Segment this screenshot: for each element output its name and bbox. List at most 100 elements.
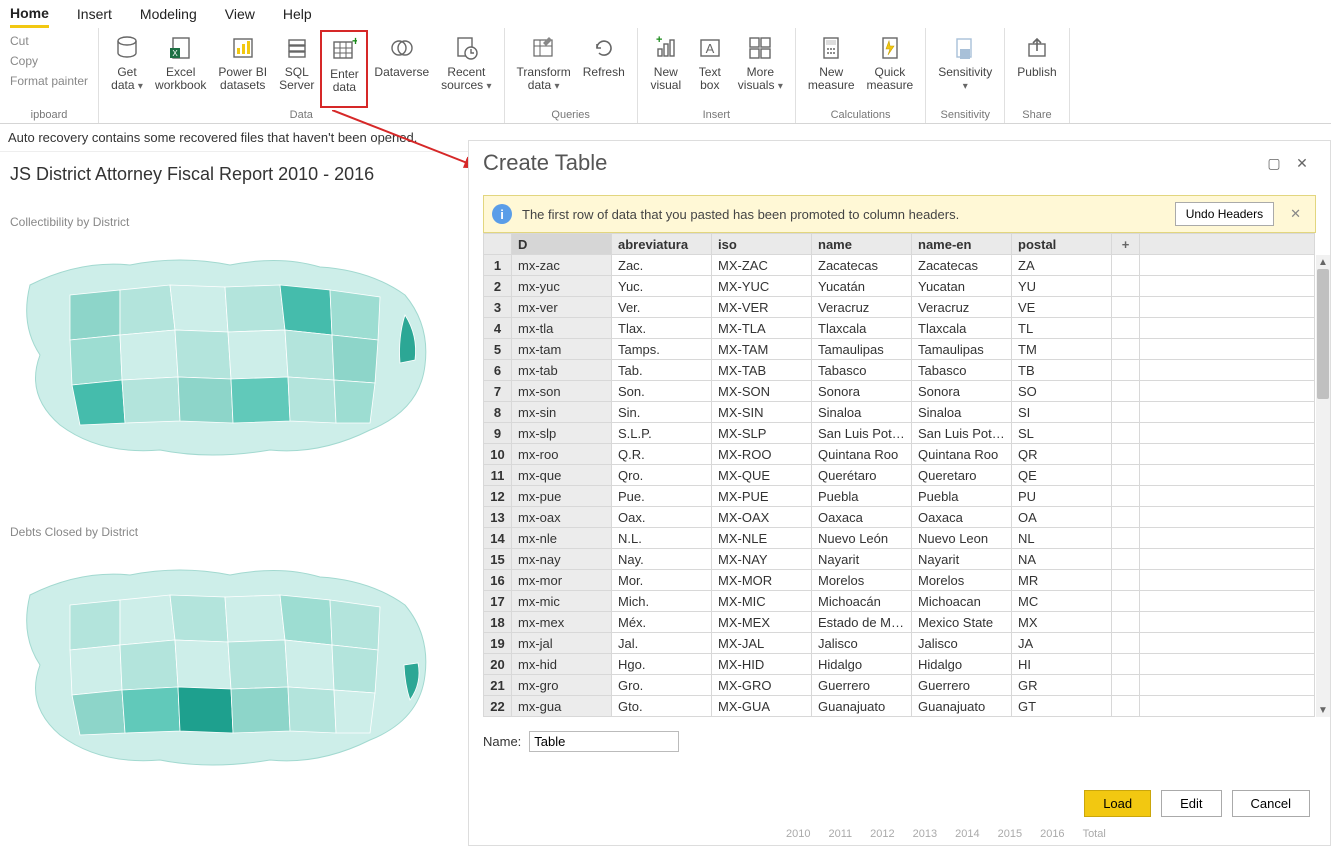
cell[interactable]: QR [1012,444,1112,465]
cell[interactable]: mx-slp [512,423,612,444]
edit-button[interactable]: Edit [1161,790,1221,817]
cell[interactable]: MX-ZAC [712,255,812,276]
cell[interactable]: Hgo. [612,654,712,675]
copy-button[interactable]: Copy [6,52,92,70]
cell[interactable]: mx-zac [512,255,612,276]
row-number[interactable]: 16 [484,570,512,591]
cell[interactable]: Jal. [612,633,712,654]
row-number[interactable]: 17 [484,591,512,612]
cell[interactable]: YU [1012,276,1112,297]
cell[interactable]: Yucatán [812,276,912,297]
format-painter-button[interactable]: Format painter [6,72,92,90]
cell[interactable]: MC [1012,591,1112,612]
cell[interactable]: Zac. [612,255,712,276]
cell[interactable]: MX-SIN [712,402,812,423]
cell[interactable]: SO [1012,381,1112,402]
cell[interactable]: MX-SON [712,381,812,402]
cell[interactable]: Sonora [812,381,912,402]
cell[interactable]: Michoacán [812,591,912,612]
cell[interactable]: MX-GRO [712,675,812,696]
cell[interactable]: mx-roo [512,444,612,465]
cell[interactable]: TB [1012,360,1112,381]
tab-modeling[interactable]: Modeling [140,2,197,26]
table-row[interactable]: 7mx-sonSon.MX-SONSonoraSonoraSO [484,381,1315,402]
table-row[interactable]: 4mx-tlaTlax.MX-TLATlaxcalaTlaxcalaTL [484,318,1315,339]
cell[interactable]: VE [1012,297,1112,318]
cell[interactable]: mx-tab [512,360,612,381]
cell[interactable]: N.L. [612,528,712,549]
cell[interactable]: mx-mor [512,570,612,591]
cell[interactable]: Estado de Méxi… [812,612,912,633]
row-number[interactable]: 2 [484,276,512,297]
cell[interactable]: Yuc. [612,276,712,297]
cell[interactable]: mx-gua [512,696,612,717]
cell[interactable]: mx-nle [512,528,612,549]
cell[interactable]: Sinaloa [812,402,912,423]
cell[interactable]: Quintana Roo [812,444,912,465]
sql-server-button[interactable]: SQL Server [273,30,320,108]
publish-button[interactable]: Publish [1011,30,1062,108]
cell[interactable]: Ver. [612,297,712,318]
powerbi-datasets-button[interactable]: Power BI datasets [212,30,273,108]
cell[interactable]: QE [1012,465,1112,486]
scroll-down-button[interactable]: ▼ [1316,703,1330,717]
cell[interactable]: mx-que [512,465,612,486]
cell[interactable]: Méx. [612,612,712,633]
cell[interactable]: Oaxaca [812,507,912,528]
table-row[interactable]: 8mx-sinSin.MX-SINSinaloaSinaloaSI [484,402,1315,423]
cell[interactable]: San Luis Potosi [912,423,1012,444]
scroll-up-button[interactable]: ▲ [1316,255,1330,269]
cell[interactable]: Tamaulipas [812,339,912,360]
col-header[interactable]: name [812,234,912,255]
cell[interactable]: MR [1012,570,1112,591]
corner-cell[interactable] [484,234,512,255]
cell[interactable]: MX-PUE [712,486,812,507]
load-button[interactable]: Load [1084,790,1151,817]
table-row[interactable]: 15mx-nayNay.MX-NAYNayaritNayaritNA [484,549,1315,570]
data-grid[interactable]: D abreviatura iso name name-en postal + … [483,233,1316,717]
cell[interactable]: MX-MOR [712,570,812,591]
row-number[interactable]: 4 [484,318,512,339]
cell[interactable]: TM [1012,339,1112,360]
cancel-button[interactable]: Cancel [1232,790,1310,817]
cell[interactable]: Puebla [912,486,1012,507]
cell[interactable]: Oax. [612,507,712,528]
cell[interactable]: NA [1012,549,1112,570]
cell[interactable]: Gto. [612,696,712,717]
cell[interactable]: Sin. [612,402,712,423]
new-visual-button[interactable]: + New visual [644,30,688,108]
table-row[interactable]: 22mx-guaGto.MX-GUAGuanajuatoGuanajuatoGT [484,696,1315,717]
cell[interactable]: MX-MIC [712,591,812,612]
cell[interactable]: MX-NLE [712,528,812,549]
cell[interactable]: Sonora [912,381,1012,402]
vertical-scrollbar[interactable]: ▲ ▼ [1316,255,1330,717]
cell[interactable]: SL [1012,423,1112,444]
cell[interactable]: Querétaro [812,465,912,486]
recent-sources-button[interactable]: Recent sources ▾ [435,30,497,108]
cell[interactable]: mx-nay [512,549,612,570]
tab-view[interactable]: View [225,2,255,26]
cell[interactable]: mx-tam [512,339,612,360]
cell[interactable]: Jalisco [912,633,1012,654]
dataverse-button[interactable]: Dataverse [368,30,435,108]
cell[interactable]: MX-GUA [712,696,812,717]
row-number[interactable]: 1 [484,255,512,276]
cell[interactable]: Guerrero [812,675,912,696]
cell[interactable]: Son. [612,381,712,402]
tab-help[interactable]: Help [283,2,312,26]
refresh-button[interactable]: Refresh [577,30,631,108]
cell[interactable]: GT [1012,696,1112,717]
cell[interactable]: Nay. [612,549,712,570]
cell[interactable]: Oaxaca [912,507,1012,528]
row-number[interactable]: 19 [484,633,512,654]
sensitivity-button[interactable]: Sensitivity▾ [932,30,998,108]
cell[interactable]: Qro. [612,465,712,486]
transform-data-button[interactable]: Transform data ▾ [511,30,577,108]
cell[interactable]: mx-mic [512,591,612,612]
table-row[interactable]: 14mx-nleN.L.MX-NLENuevo LeónNuevo LeonNL [484,528,1315,549]
cell[interactable]: Guerrero [912,675,1012,696]
table-row[interactable]: 5mx-tamTamps.MX-TAMTamaulipasTamaulipasT… [484,339,1315,360]
table-row[interactable]: 11mx-queQro.MX-QUEQuerétaroQueretaroQE [484,465,1315,486]
cell[interactable]: mx-jal [512,633,612,654]
cell[interactable]: Puebla [812,486,912,507]
